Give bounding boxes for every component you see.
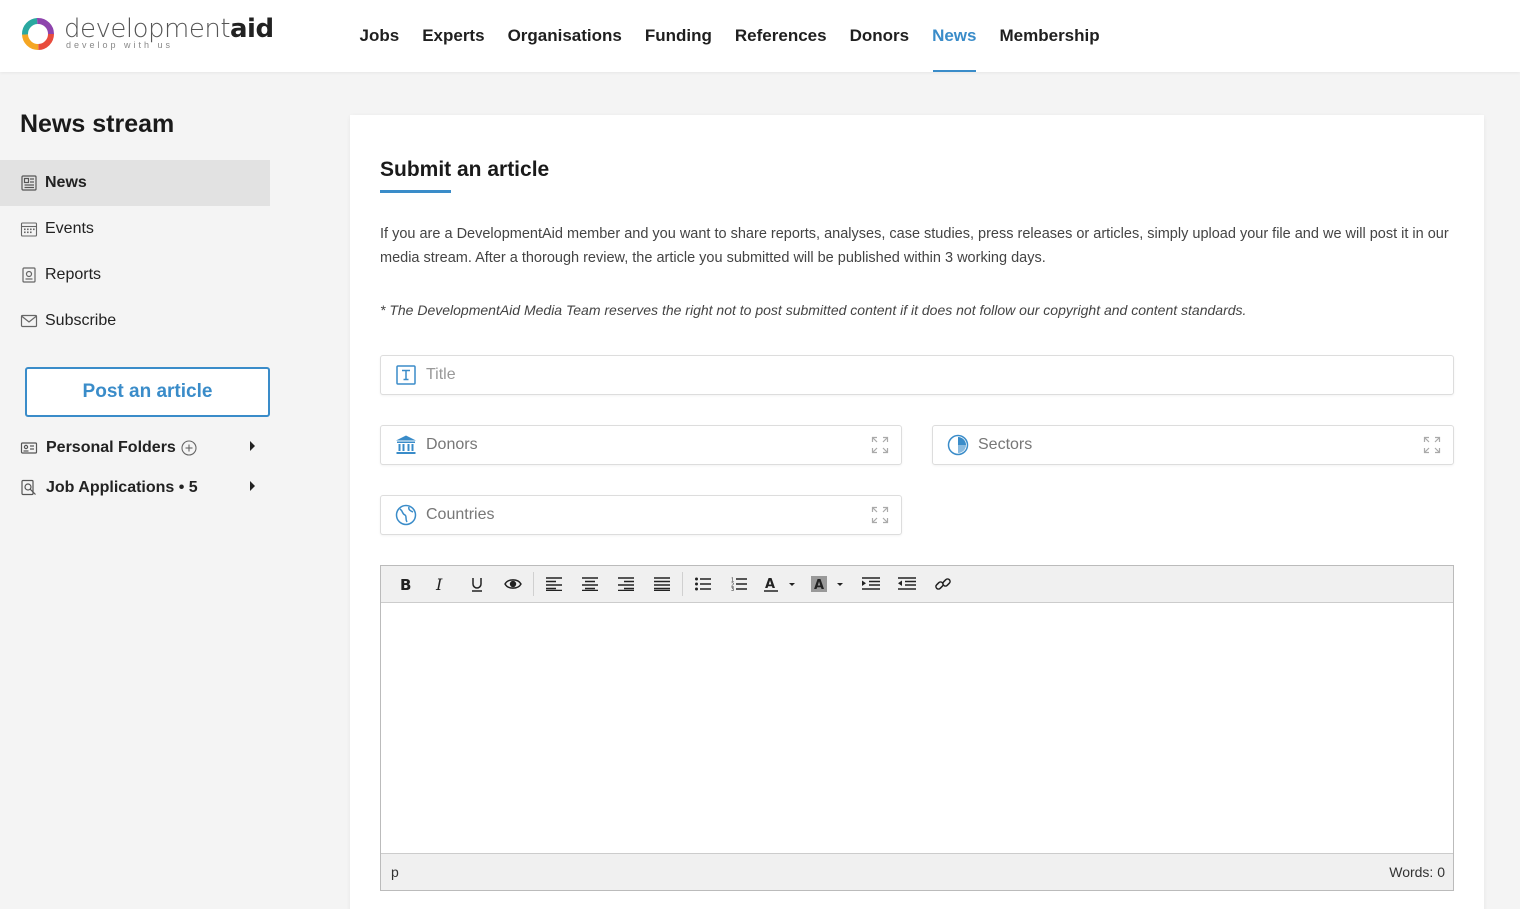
calendar-icon [20, 220, 38, 238]
toolbar-separator [533, 572, 534, 596]
main-nav: Jobs Experts Organisations Funding Refer… [348, 0, 1111, 72]
outdent-icon[interactable] [889, 566, 925, 602]
toolbar-separator [682, 572, 683, 596]
title-underline [380, 190, 451, 193]
background-color-icon[interactable]: A [805, 566, 853, 602]
expand-icon[interactable] [871, 506, 889, 524]
countries-placeholder: Countries [426, 506, 495, 523]
nav-item-experts[interactable]: Experts [411, 0, 496, 72]
personal-folders-label: Personal Folders [46, 439, 176, 456]
svg-text:I: I [435, 576, 443, 592]
nav-item-donors[interactable]: Donors [838, 0, 921, 72]
sidebar-item-label: Reports [45, 266, 102, 283]
align-center-icon[interactable] [572, 566, 608, 602]
text-color-icon[interactable]: A [757, 566, 805, 602]
personal-folders-toggle[interactable]: Personal Folders [20, 436, 265, 460]
italic-icon[interactable]: I [423, 566, 459, 602]
text-field-icon [395, 364, 417, 386]
post-article-button[interactable]: Post an article [25, 367, 270, 417]
job-search-icon [20, 479, 38, 497]
add-folder-icon[interactable] [181, 440, 197, 456]
title-field[interactable] [380, 355, 1454, 395]
bank-icon [395, 434, 417, 456]
bullet-list-icon[interactable] [685, 566, 721, 602]
newspaper-icon [20, 174, 38, 192]
numbered-list-icon[interactable]: 123 [721, 566, 757, 602]
sidebar-item-events[interactable]: Events [0, 206, 270, 252]
sidebar-item-label: Events [45, 220, 94, 237]
justify-icon[interactable] [644, 566, 680, 602]
nav-item-membership[interactable]: Membership [988, 0, 1111, 72]
envelope-icon [20, 312, 38, 330]
preview-eye-icon[interactable] [495, 566, 531, 602]
sidebar-item-label: Subscribe [45, 312, 117, 329]
sidebar-nav: News Events Reports Subscribe [0, 160, 270, 344]
page-title: Submit an article [380, 158, 550, 181]
disclaimer-note: * The DevelopmentAid Media Team reserves… [380, 302, 1247, 318]
svg-text:B: B [400, 576, 411, 592]
sidebar-item-news[interactable]: News [0, 160, 270, 206]
title-input[interactable] [426, 366, 1326, 384]
sidebar-item-reports[interactable]: Reports [0, 252, 270, 298]
nav-item-jobs[interactable]: Jobs [348, 0, 411, 72]
globe-icon [395, 504, 417, 526]
expand-icon[interactable] [1423, 436, 1441, 454]
svg-text:A: A [814, 578, 824, 592]
align-right-icon[interactable] [608, 566, 644, 602]
submit-article-card: Submit an article If you are a Developme… [350, 115, 1484, 909]
rich-text-editor: B I 1 2 3 A A p Words: 0 [380, 565, 1454, 891]
sidebar-item-label: News [45, 174, 87, 191]
job-applications-label: Job Applications • 5 [46, 479, 198, 496]
nav-item-references[interactable]: References [723, 0, 838, 72]
logo-text: developmentaid develop with us [64, 14, 274, 50]
job-applications-toggle[interactable]: Job Applications • 5 [20, 476, 265, 500]
folder-card-icon [20, 439, 38, 457]
link-icon[interactable] [925, 566, 961, 602]
intro-text: If you are a DevelopmentAid member and y… [380, 226, 1449, 266]
countries-field[interactable]: Countries [380, 495, 902, 535]
caret-right-icon [250, 441, 255, 451]
underline-icon[interactable] [459, 566, 495, 602]
editor-toolbar: B I 1 2 3 A A [381, 566, 1453, 603]
nav-item-news[interactable]: News [921, 0, 988, 72]
donors-placeholder: Donors [426, 436, 478, 453]
logo[interactable]: developmentaid develop with us [20, 14, 274, 54]
expand-icon[interactable] [871, 436, 889, 454]
sidebar-item-subscribe[interactable]: Subscribe [0, 298, 270, 344]
align-left-icon[interactable] [536, 566, 572, 602]
svg-text:3: 3 [731, 587, 734, 591]
sectors-field[interactable]: Sectors [932, 425, 1454, 465]
sectors-placeholder: Sectors [978, 436, 1033, 453]
caret-right-icon [250, 481, 255, 491]
svg-text:A: A [765, 577, 775, 592]
donors-field[interactable]: Donors [380, 425, 902, 465]
pie-chart-icon [947, 434, 969, 456]
nav-item-funding[interactable]: Funding [633, 0, 723, 72]
top-header: developmentaid develop with us Jobs Expe… [0, 0, 1520, 72]
sidebar-title: News stream [20, 110, 175, 138]
editor-content-area[interactable] [381, 603, 1453, 853]
logo-mark-icon [22, 18, 54, 50]
bold-icon[interactable]: B [387, 566, 423, 602]
indent-icon[interactable] [853, 566, 889, 602]
report-icon [20, 266, 38, 284]
nav-item-organisations[interactable]: Organisations [496, 0, 633, 72]
editor-statusbar: p Words: 0 [381, 853, 1453, 890]
element-path: p [391, 864, 399, 880]
logo-word-bold: aid [230, 14, 274, 44]
word-count: Words: 0 [1389, 864, 1445, 880]
logo-tagline: develop with us [66, 40, 174, 50]
